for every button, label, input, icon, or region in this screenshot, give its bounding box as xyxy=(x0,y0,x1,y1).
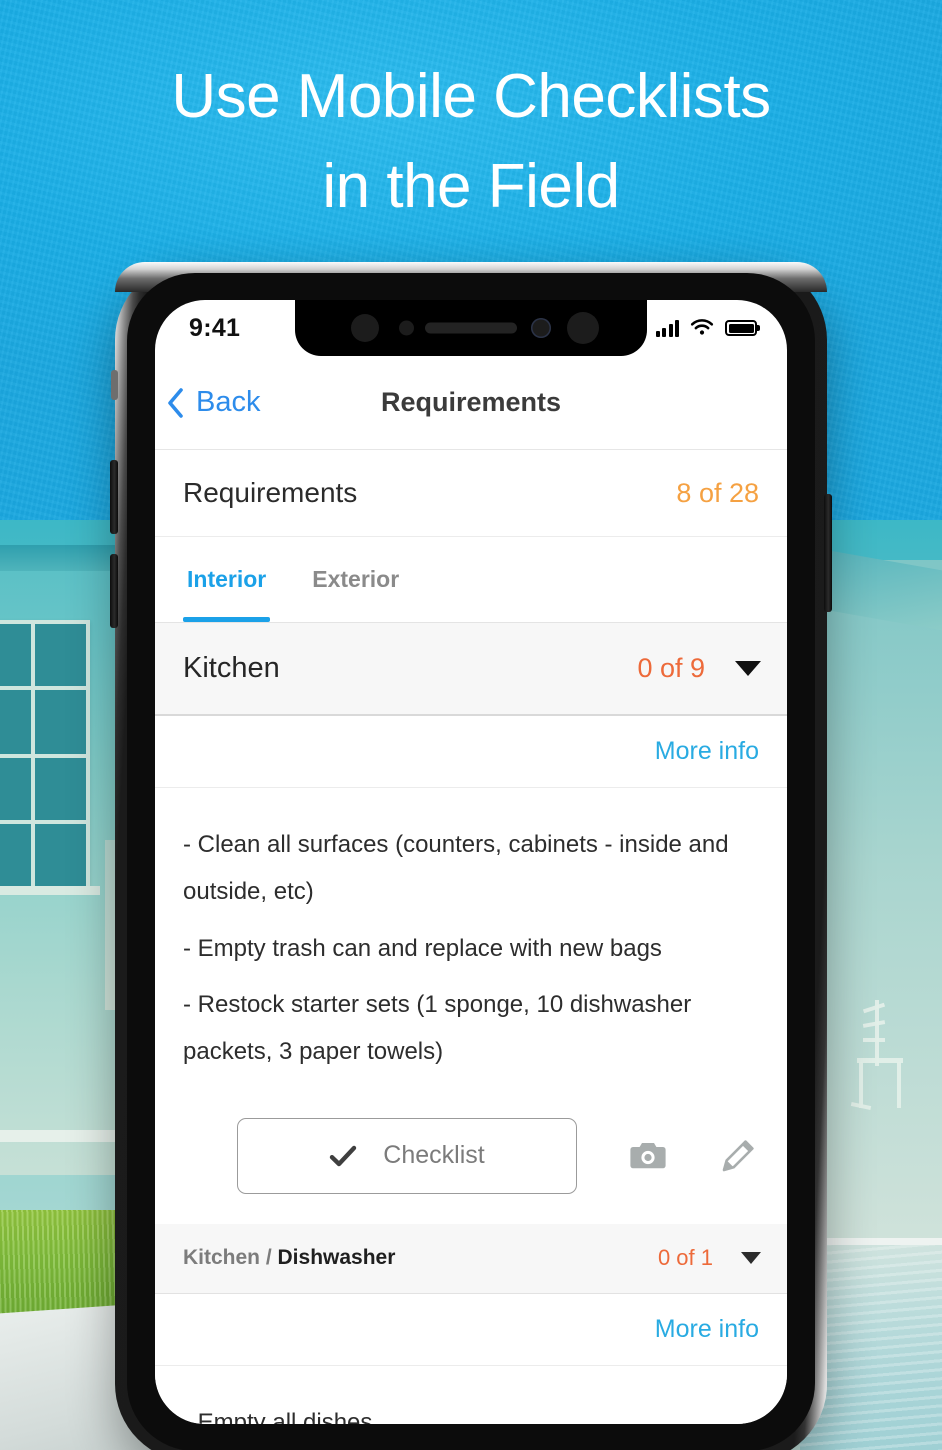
tab-interior-label: Interior xyxy=(187,566,267,592)
more-info-row-dishwasher: More info xyxy=(155,1293,787,1366)
house-window xyxy=(0,620,90,890)
tab-exterior-label: Exterior xyxy=(312,566,400,592)
tab-interior[interactable]: Interior xyxy=(183,537,271,622)
chevron-down-icon[interactable] xyxy=(741,1252,761,1265)
kitchen-line-2: - Empty trash can and replace with new b… xyxy=(183,934,662,962)
promo-headline: Use Mobile Checklists in the Field xyxy=(0,52,942,232)
camera-button[interactable] xyxy=(629,1139,667,1173)
battery-icon xyxy=(725,320,757,336)
mute-switch-button[interactable] xyxy=(111,370,118,400)
right-wall xyxy=(808,560,942,1240)
breadcrumb-parent: Kitchen / xyxy=(183,1246,278,1270)
scroll-content[interactable]: Requirements 8 of 28 Interior Exterior K… xyxy=(155,450,787,1424)
checklist-button[interactable]: Checklist xyxy=(237,1117,577,1194)
status-bar-icons xyxy=(655,319,757,337)
dishwasher-line-1: - Empty all dishes xyxy=(183,1408,373,1424)
section-title-kitchen: Kitchen xyxy=(183,652,280,684)
tab-bar: Interior Exterior xyxy=(155,537,787,623)
section-header-right: 0 of 9 xyxy=(637,653,761,684)
promo-screenshot: Use Mobile Checklists in the Field 9:41 xyxy=(0,0,942,1450)
chevron-left-icon xyxy=(168,387,183,418)
requirements-summary-label: Requirements xyxy=(183,477,358,508)
back-button[interactable]: Back xyxy=(155,386,260,419)
requirements-summary-count: 8 of 28 xyxy=(676,477,759,508)
section-header-dishwasher[interactable]: Kitchen / Dishwasher 0 of 1 xyxy=(155,1223,787,1294)
phone-mockup: 9:41 Back Requirements Requirements 8 of… xyxy=(110,262,832,1450)
status-bar-time: 9:41 xyxy=(189,313,241,342)
tab-exterior[interactable]: Exterior xyxy=(308,537,403,622)
section-body-kitchen: - Clean all surfaces (counters, cabinets… xyxy=(155,788,787,1096)
house-window-sill xyxy=(0,886,100,895)
kitchen-line-3: - Restock starter sets (1 sponge, 10 dis… xyxy=(183,991,692,1066)
breadcrumb-dishwasher: Kitchen / Dishwasher xyxy=(183,1246,395,1270)
more-info-link-kitchen[interactable]: More info xyxy=(655,737,759,766)
requirements-summary-row: Requirements 8 of 28 xyxy=(155,450,787,537)
power-button[interactable] xyxy=(824,494,832,612)
more-info-row-kitchen: More info xyxy=(155,716,787,788)
back-button-label: Back xyxy=(196,386,261,418)
camera-icon xyxy=(630,1142,666,1169)
action-row-kitchen: Checklist xyxy=(155,1096,787,1224)
edit-button[interactable] xyxy=(719,1139,757,1173)
section-header-kitchen[interactable]: Kitchen 0 of 9 xyxy=(155,623,787,716)
status-bar: 9:41 xyxy=(155,300,787,356)
checkmark-icon xyxy=(330,1145,357,1167)
wifi-icon xyxy=(690,319,714,335)
patio-chair xyxy=(850,1000,909,1120)
pencil-icon xyxy=(722,1140,754,1172)
cellular-bars-icon xyxy=(655,319,679,337)
nav-bar: Back Requirements xyxy=(155,356,787,450)
kitchen-line-1: - Clean all surfaces (counters, cabinets… xyxy=(183,831,729,905)
section-count-kitchen: 0 of 9 xyxy=(637,653,705,683)
section-body-dishwasher: - Empty all dishes - Make sure door clos… xyxy=(155,1366,787,1424)
section-count-dishwasher: 0 of 1 xyxy=(657,1245,713,1271)
headline-line-2: in the Field xyxy=(322,151,620,221)
sub-header-right: 0 of 1 xyxy=(658,1245,761,1271)
checklist-button-label: Checklist xyxy=(383,1141,485,1170)
volume-down-button[interactable] xyxy=(110,554,118,628)
headline-line-1: Use Mobile Checklists xyxy=(171,62,771,131)
phone-screen: 9:41 Back Requirements Requirements 8 of… xyxy=(155,300,787,1424)
breadcrumb-child: Dishwasher xyxy=(277,1246,396,1270)
chevron-down-icon[interactable] xyxy=(735,661,761,676)
volume-up-button[interactable] xyxy=(110,460,118,534)
more-info-link-dishwasher[interactable]: More info xyxy=(655,1315,759,1344)
